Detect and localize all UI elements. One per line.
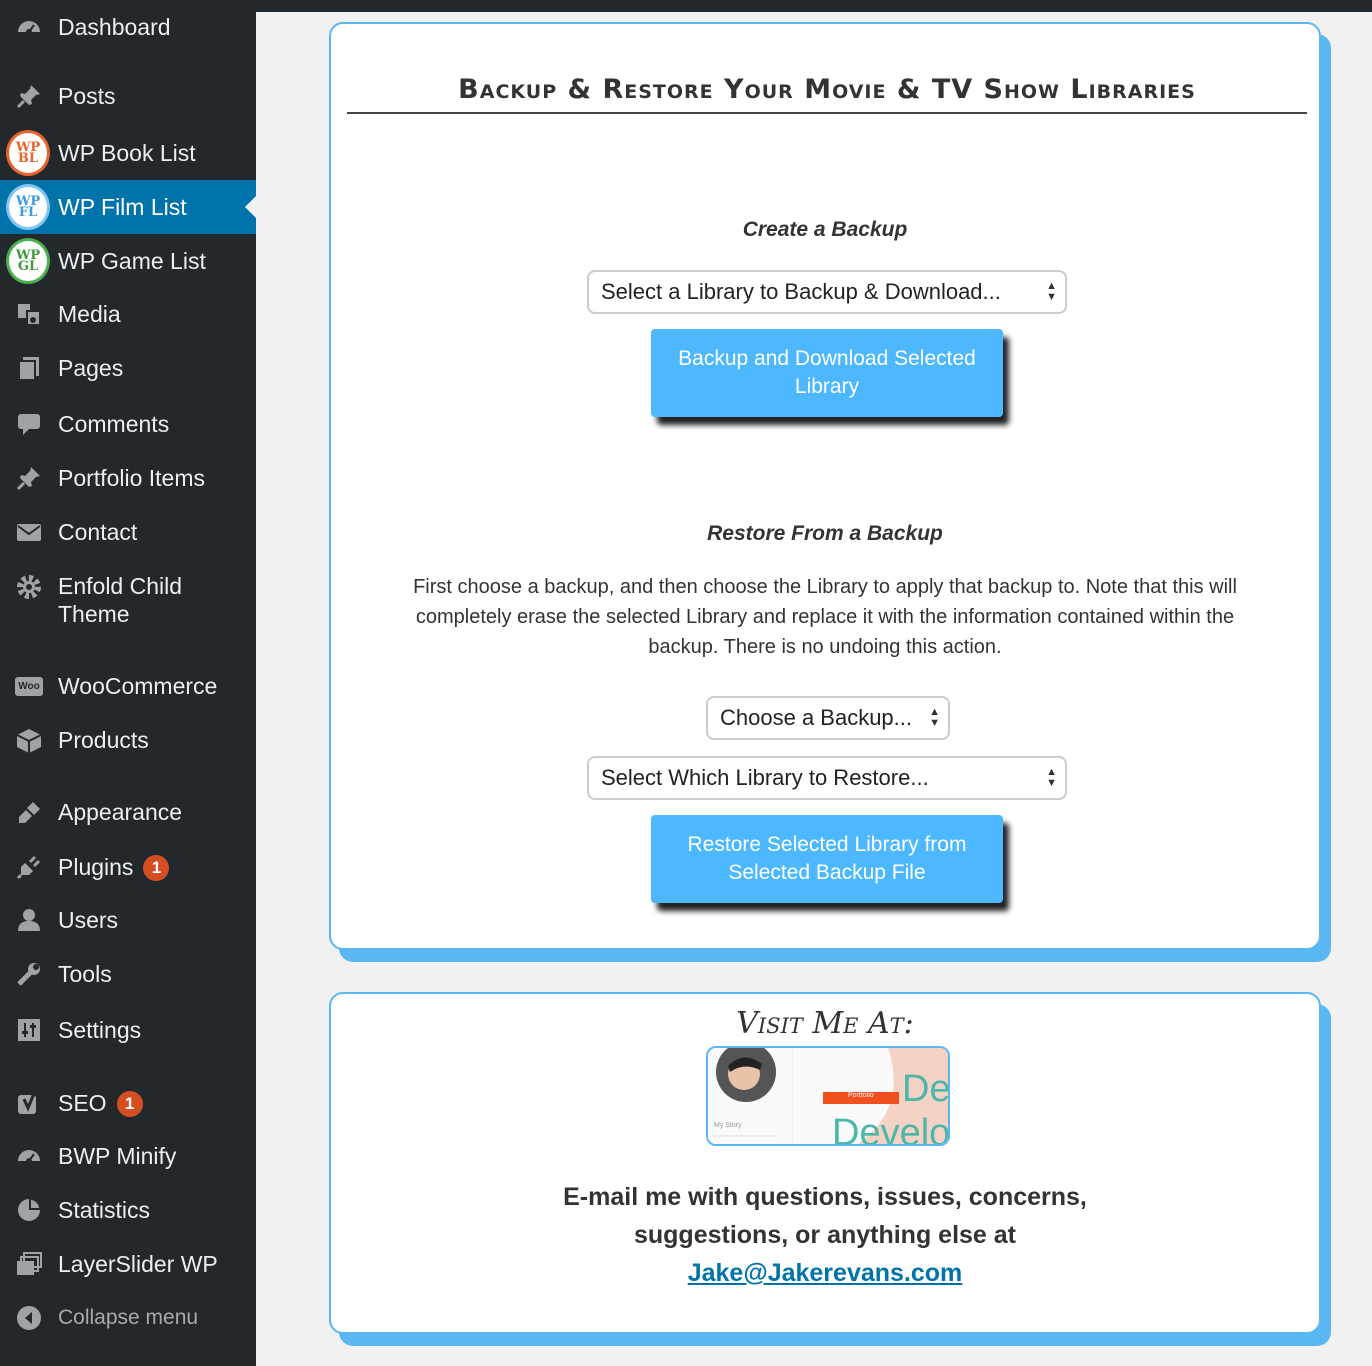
- pin-icon: [14, 463, 44, 493]
- current-indicator: [245, 196, 256, 218]
- wpgl-logo-icon: WP GL: [6, 238, 50, 284]
- envelope-icon: [14, 517, 44, 547]
- sidebar-item-enfold-child-theme[interactable]: Enfold Child Theme: [0, 568, 256, 634]
- sidebar-item-wp-game-list[interactable]: WP GL WP Game List: [0, 234, 256, 288]
- sidebar-item-wp-film-list[interactable]: WP FL WP Film List: [0, 180, 256, 234]
- sidebar-item-label: LayerSlider WP: [58, 1251, 218, 1277]
- contact-panel: Visit Me At: Portfolio De Develo My Stor…: [329, 992, 1321, 1334]
- sidebar-item-wp-book-list[interactable]: WP BL WP Book List: [0, 126, 256, 180]
- sidebar-item-label: Comments: [58, 411, 170, 437]
- backup-download-button[interactable]: Backup and Download Selected Library: [651, 329, 1003, 417]
- sidebar-item-media[interactable]: Media: [0, 294, 256, 334]
- create-backup-heading: Create a Backup: [742, 218, 908, 241]
- sidebar-item-label: Portfolio Items: [58, 465, 205, 491]
- media-icon: [14, 299, 44, 329]
- sidebar-item-comments[interactable]: Comments: [0, 404, 256, 444]
- sidebar-item-portfolio-items[interactable]: Portfolio Items: [0, 458, 256, 498]
- collapse-icon: [14, 1303, 44, 1333]
- sidebar-item-label: Appearance: [58, 799, 183, 825]
- choose-backup-select[interactable]: Choose a Backup... ▲ ▼: [706, 696, 950, 740]
- restore-backup-heading: Restore From a Backup: [707, 522, 943, 545]
- sidebar-item-label: BWP Minify: [58, 1143, 177, 1169]
- page-title: Backup & Restore Your Movie & TV Show Li…: [458, 74, 1196, 105]
- sidebar-item-statistics[interactable]: Statistics: [0, 1190, 256, 1230]
- sidebar-item-label: Contact: [58, 519, 138, 545]
- gear-icon: [14, 572, 44, 602]
- select-arrows-icon: ▲ ▼: [929, 706, 940, 729]
- sidebar-item-label: Users: [58, 907, 119, 933]
- sidebar-item-label: Settings: [58, 1017, 142, 1043]
- website-thumbnail[interactable]: Portfolio De Develo My Story: [706, 1046, 950, 1146]
- sidebar-item-label: Posts: [58, 83, 116, 109]
- collapse-menu-label: Collapse menu: [58, 1306, 199, 1329]
- wpbl-logo-icon: WP BL: [6, 130, 50, 176]
- sidebar-item-label: Dashboard: [58, 14, 171, 40]
- sidebar-item-bwp-minify[interactable]: BWP Minify: [0, 1136, 256, 1176]
- sidebar-item-label: WP Game List: [58, 248, 206, 274]
- sidebar-item-contact[interactable]: Contact: [0, 512, 256, 552]
- sidebar-item-plugins[interactable]: Plugins 1: [0, 847, 256, 887]
- sidebar-item-users[interactable]: Users: [0, 900, 256, 940]
- sidebar-item-label: Plugins 1: [58, 853, 170, 882]
- sidebar-item-settings[interactable]: Settings: [0, 1010, 256, 1050]
- sidebar-item-posts[interactable]: Posts: [0, 76, 256, 116]
- restore-library-select[interactable]: Select Which Library to Restore... ▲ ▼: [587, 756, 1067, 800]
- collapse-menu-button[interactable]: Collapse menu: [0, 1298, 256, 1338]
- title-divider: [347, 112, 1307, 114]
- sidebar-item-tools[interactable]: Tools: [0, 954, 256, 994]
- sidebar-item-dashboard[interactable]: Dashboard: [0, 8, 256, 46]
- backup-restore-panel: Backup & Restore Your Movie & TV Show Li…: [329, 22, 1321, 950]
- restore-library-button[interactable]: Restore Selected Library from Selected Ba…: [651, 815, 1003, 903]
- user-icon: [14, 905, 44, 935]
- sidebar-item-label: WP Film List: [58, 194, 187, 220]
- sidebar-item-layerslider-wp[interactable]: LayerSlider WP: [0, 1244, 256, 1284]
- sidebar-item-products[interactable]: Products: [0, 720, 256, 760]
- sidebar-item-label: Tools: [58, 961, 112, 987]
- restore-description: First choose a backup, and then choose t…: [413, 576, 1237, 658]
- sidebar-item-label: Products: [58, 727, 149, 753]
- sidebar-item-label: Media: [58, 301, 121, 327]
- plugins-update-badge: 1: [143, 855, 170, 882]
- woo-icon: Woo: [14, 671, 44, 701]
- settings-icon: [14, 1015, 44, 1045]
- brush-icon: [14, 797, 44, 827]
- plug-icon: [14, 852, 44, 882]
- sidebar-item-label: Pages: [58, 355, 124, 381]
- seo-notification-badge: 1: [116, 1091, 143, 1118]
- comment-icon: [14, 409, 44, 439]
- layers-icon: [14, 1249, 44, 1279]
- visit-heading: Visit Me At:: [736, 1006, 914, 1041]
- sidebar-item-seo[interactable]: SEO 1: [0, 1083, 256, 1123]
- sidebar-item-label: Statistics: [58, 1197, 151, 1223]
- gauge-icon: [14, 1141, 44, 1171]
- sidebar-item-label: WP Book List: [58, 140, 196, 166]
- email-link[interactable]: Jake@Jakerevans.com: [688, 1259, 963, 1287]
- pin-icon: [14, 81, 44, 111]
- select-arrows-icon: ▲ ▼: [1046, 280, 1057, 303]
- backup-library-select[interactable]: Select a Library to Backup & Download...…: [587, 270, 1067, 314]
- sidebar-item-label: SEO 1: [58, 1089, 143, 1118]
- email-message: E-mail me with questions, issues, concer…: [563, 1183, 1087, 1287]
- wpfl-logo-icon: WP FL: [6, 184, 50, 230]
- pie-icon: [14, 1195, 44, 1225]
- sidebar-item-appearance[interactable]: Appearance: [0, 792, 256, 832]
- wrench-icon: [14, 959, 44, 989]
- box-icon: [14, 725, 44, 755]
- pages-icon: [14, 353, 44, 383]
- sidebar-item-pages[interactable]: Pages: [0, 348, 256, 388]
- dashboard-icon: [14, 12, 44, 42]
- yoast-icon: [14, 1088, 44, 1118]
- admin-sidebar: Dashboard Posts WP BL WP Book List WP FL W…: [0, 0, 256, 1366]
- select-arrows-icon: ▲ ▼: [1046, 766, 1057, 789]
- sidebar-item-label: WooCommerce: [58, 673, 218, 699]
- sidebar-item-woocommerce[interactable]: Woo WooCommerce: [0, 666, 256, 706]
- sidebar-item-label: Enfold Child Theme: [58, 573, 183, 627]
